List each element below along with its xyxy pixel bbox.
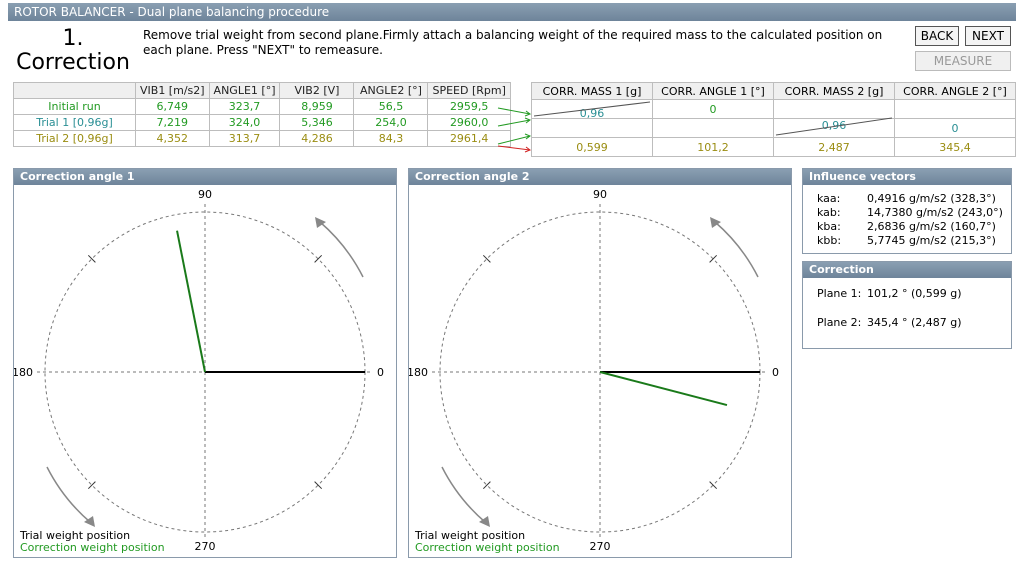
back-button[interactable]: BACK	[915, 26, 959, 46]
panel-title: Influence vectors	[803, 169, 1011, 185]
angle2-cell: 56,5	[353, 98, 429, 115]
influence-key: kba:	[817, 220, 841, 233]
step-number: 1.	[62, 26, 84, 51]
panel-title: Correction angle 2	[409, 169, 791, 185]
diagonal-line	[533, 101, 651, 117]
arrow-icon	[497, 145, 532, 153]
polar-plot: 90 270 180 0	[407, 188, 779, 553]
correction-legend: Correction weight position	[415, 541, 560, 554]
table-header-cell: CORR. MASS 1 [g]	[531, 82, 653, 100]
vib2-cell: 8,959	[279, 98, 355, 115]
influence-vectors-panel: Influence vectors kaa: 0,4916 g/m/s2 (32…	[802, 168, 1012, 254]
vib1-cell: 6,749	[135, 98, 210, 115]
diagonal-line	[775, 117, 893, 136]
label-180: 180	[14, 366, 33, 379]
arrow-icon	[497, 107, 532, 117]
table-header-cell: ANGLE1 [°]	[208, 82, 281, 99]
empty-cell	[894, 99, 1016, 119]
table-header-cell	[13, 82, 136, 99]
row-label: Trial 1 [0,96g]	[13, 114, 136, 131]
angle1-cell: 313,7	[208, 130, 281, 147]
table-row: Trial 1 [0,96g] 7,219 324,0 5,346 254,0 …	[13, 114, 511, 131]
measure-button[interactable]: MEASURE	[915, 51, 1011, 71]
angle2-cell: 84,3	[353, 130, 429, 147]
influence-key: kab:	[817, 206, 841, 219]
trial1-mass-cell: 0,96	[531, 99, 653, 120]
panel-title: Correction	[803, 262, 1011, 278]
table-row: 0,96 0	[531, 117, 1016, 138]
table-header-cell: VIB1 [m/s2]	[135, 82, 210, 99]
vib2-cell: 4,286	[279, 130, 355, 147]
trial2-mass-cell: 0,96	[773, 117, 895, 138]
label-270: 270	[195, 540, 216, 553]
rotation-arrow-icon	[46, 466, 91, 523]
result-angle1-cell: 101,2	[652, 137, 774, 157]
table-header-cell: SPEED [Rpm]	[427, 82, 511, 99]
table-header-row: CORR. MASS 1 [g] CORR. ANGLE 1 [°] CORR.…	[531, 82, 1016, 100]
influence-value: 0,4916 g/m/s2 (328,3°)	[867, 192, 996, 205]
vib1-cell: 4,352	[135, 130, 210, 147]
influence-value: 2,6836 g/m/s2 (160,7°)	[867, 220, 996, 233]
table-header-cell: CORR. ANGLE 2 [°]	[894, 82, 1016, 100]
plane2-label: Plane 2:	[817, 316, 862, 329]
vib2-cell: 5,346	[279, 114, 355, 131]
measurement-table: VIB1 [m/s2] ANGLE1 [°] VIB2 [V] ANGLE2 […	[13, 82, 511, 147]
table-header-row: VIB1 [m/s2] ANGLE1 [°] VIB2 [V] ANGLE2 […	[13, 82, 511, 99]
row-label: Trial 2 [0,96g]	[13, 130, 136, 147]
result-mass2-cell: 2,487	[773, 137, 895, 157]
rotation-arrow-icon	[319, 221, 364, 278]
label-90: 90	[198, 188, 212, 201]
influence-key: kaa:	[817, 192, 841, 205]
step-title: Correction	[16, 50, 130, 75]
window-title: ROTOR BALANCER - Dual plane balancing pr…	[8, 3, 1016, 21]
label-0: 0	[772, 366, 779, 379]
trial2-angle-cell: 0	[894, 118, 1016, 138]
table-header-cell: CORR. ANGLE 1 [°]	[652, 82, 774, 100]
table-row: Trial 2 [0,96g] 4,352 313,7 4,286 84,3 2…	[13, 130, 511, 147]
arrow-icon	[497, 133, 532, 145]
label-0: 0	[377, 366, 384, 379]
arrow-icon	[497, 117, 532, 127]
plane1-label: Plane 1:	[817, 287, 862, 300]
correction-legend: Correction weight position	[20, 541, 165, 554]
table-row: Initial run 6,749 323,7 8,959 56,5 2959,…	[13, 98, 511, 115]
table-row: 0,599 101,2 2,487 345,4	[531, 137, 1016, 157]
correction-table: CORR. MASS 1 [g] CORR. ANGLE 1 [°] CORR.…	[531, 82, 1016, 157]
table-header-cell: CORR. MASS 2 [g]	[773, 82, 895, 100]
row-label: Initial run	[13, 98, 136, 115]
angle2-cell: 254,0	[353, 114, 429, 131]
panel-title: Correction angle 1	[14, 169, 396, 185]
correction-weight-vector	[599, 371, 728, 407]
plane2-value: 345,4 ° (2,487 g)	[867, 316, 962, 329]
rotation-arrow-icon	[714, 221, 759, 278]
result-angle2-cell: 345,4	[894, 137, 1016, 157]
table-header-cell: ANGLE2 [°]	[353, 82, 429, 99]
plane1-value: 101,2 ° (0,599 g)	[867, 287, 962, 300]
vib1-cell: 7,219	[135, 114, 210, 131]
next-button[interactable]: NEXT	[965, 26, 1011, 46]
polar-plot: 90 270 180 0	[12, 188, 384, 553]
correction-angle-1-panel: Correction angle 1 90 270 180 0 Trial weigh…	[12, 168, 397, 558]
correction-angle-2-panel: Correction angle 2 90 270 180 0 Trial weigh…	[407, 168, 792, 558]
influence-key: kbb:	[817, 234, 842, 247]
angle1-cell: 323,7	[208, 98, 281, 115]
empty-cell	[652, 118, 774, 138]
result-mass1-cell: 0,599	[531, 137, 653, 157]
angle1-cell: 324,0	[208, 114, 281, 131]
empty-cell	[531, 118, 653, 138]
label-90: 90	[593, 188, 607, 201]
label-270: 270	[590, 540, 611, 553]
rotation-arrow-icon	[441, 466, 486, 523]
table-header-cell: VIB2 [V]	[279, 82, 355, 99]
label-180: 180	[409, 366, 428, 379]
correction-panel: Correction Plane 1: 101,2 ° (0,599 g) Pl…	[802, 261, 1012, 349]
correction-weight-vector	[176, 230, 206, 373]
trial1-angle-cell: 0	[652, 99, 774, 119]
instructions-text: Remove trial weight from second plane.Fi…	[143, 28, 883, 57]
influence-value: 5,7745 g/m/s2 (215,3°)	[867, 234, 996, 247]
influence-value: 14,7380 g/m/s2 (243,0°)	[867, 206, 1003, 219]
row-connector-arrows	[497, 107, 532, 153]
